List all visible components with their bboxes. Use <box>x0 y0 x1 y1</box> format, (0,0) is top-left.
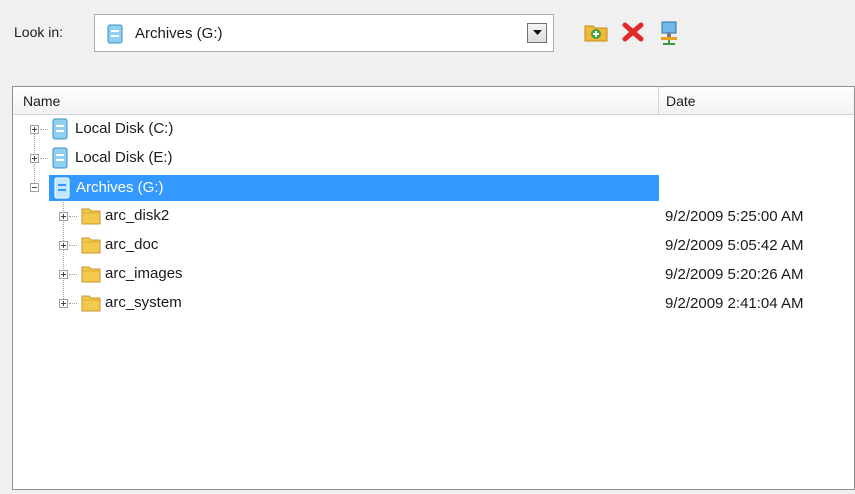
tree-item-label[interactable]: Local Disk (C:) <box>72 118 176 140</box>
delete-icon[interactable] <box>619 18 647 46</box>
date-cell: 9/2/2009 5:20:26 AM <box>665 266 804 283</box>
tree-connector <box>40 129 48 131</box>
expand-icon[interactable] <box>59 270 68 279</box>
drive-icon <box>51 118 69 144</box>
date-cell: 9/2/2009 2:41:04 AM <box>665 295 804 312</box>
folder-icon <box>80 205 102 231</box>
drive-icon <box>51 147 69 173</box>
date-cell: 9/2/2009 5:25:00 AM <box>665 208 804 225</box>
look-in-dropdown[interactable]: Archives (G:) <box>94 14 554 52</box>
drive-icon <box>105 24 125 48</box>
expand-icon[interactable] <box>30 154 39 163</box>
tree-item-label[interactable]: arc_disk2 <box>102 205 172 227</box>
folder-icon <box>80 234 102 260</box>
tree-item-label[interactable]: Archives (G:) <box>73 177 167 199</box>
chevron-down-icon[interactable] <box>527 23 547 43</box>
tree-connector <box>69 303 77 305</box>
tree-connector <box>69 245 77 247</box>
tree-connector <box>69 216 77 218</box>
tree-row[interactable]: arc_doc 9/2/2009 5:05:42 AM <box>13 231 854 260</box>
folder-icon <box>80 263 102 289</box>
toolbar: Look in: Archives (G:) <box>0 0 855 80</box>
tree-row[interactable]: arc_disk2 9/2/2009 5:25:00 AM <box>13 202 854 231</box>
file-tree-panel: Name Date Local Disk (C:) Local Disk (E:… <box>12 86 855 490</box>
tree-row[interactable]: arc_system 9/2/2009 2:41:04 AM <box>13 289 854 318</box>
expand-icon[interactable] <box>59 241 68 250</box>
drive-icon <box>53 177 71 203</box>
tree-item-label[interactable]: arc_doc <box>102 234 161 256</box>
tree-row-selected[interactable]: Archives (G:) <box>13 173 854 202</box>
folder-icon <box>80 292 102 318</box>
column-divider[interactable] <box>658 87 659 115</box>
collapse-icon[interactable] <box>30 183 39 192</box>
tree-item-label[interactable]: arc_system <box>102 292 185 314</box>
tree-connector <box>69 274 77 276</box>
expand-icon[interactable] <box>59 212 68 221</box>
network-icon[interactable] <box>655 18 683 46</box>
expand-icon[interactable] <box>59 299 68 308</box>
tree-row[interactable]: arc_images 9/2/2009 5:20:26 AM <box>13 260 854 289</box>
date-cell: 9/2/2009 5:05:42 AM <box>665 237 804 254</box>
expand-icon[interactable] <box>30 125 39 134</box>
name-column-header[interactable]: Name <box>23 93 60 109</box>
tree-row[interactable]: Local Disk (C:) <box>13 115 854 144</box>
new-folder-icon[interactable] <box>582 18 610 46</box>
tree-row[interactable]: Local Disk (E:) <box>13 144 854 173</box>
look-in-value: Archives (G:) <box>135 25 223 42</box>
tree-item-label[interactable]: arc_images <box>102 263 186 285</box>
column-header: Name Date <box>13 87 854 115</box>
tree-connector <box>40 158 48 160</box>
tree-item-label[interactable]: Local Disk (E:) <box>72 147 176 169</box>
date-column-header[interactable]: Date <box>666 93 696 109</box>
look-in-label: Look in: <box>14 24 64 40</box>
